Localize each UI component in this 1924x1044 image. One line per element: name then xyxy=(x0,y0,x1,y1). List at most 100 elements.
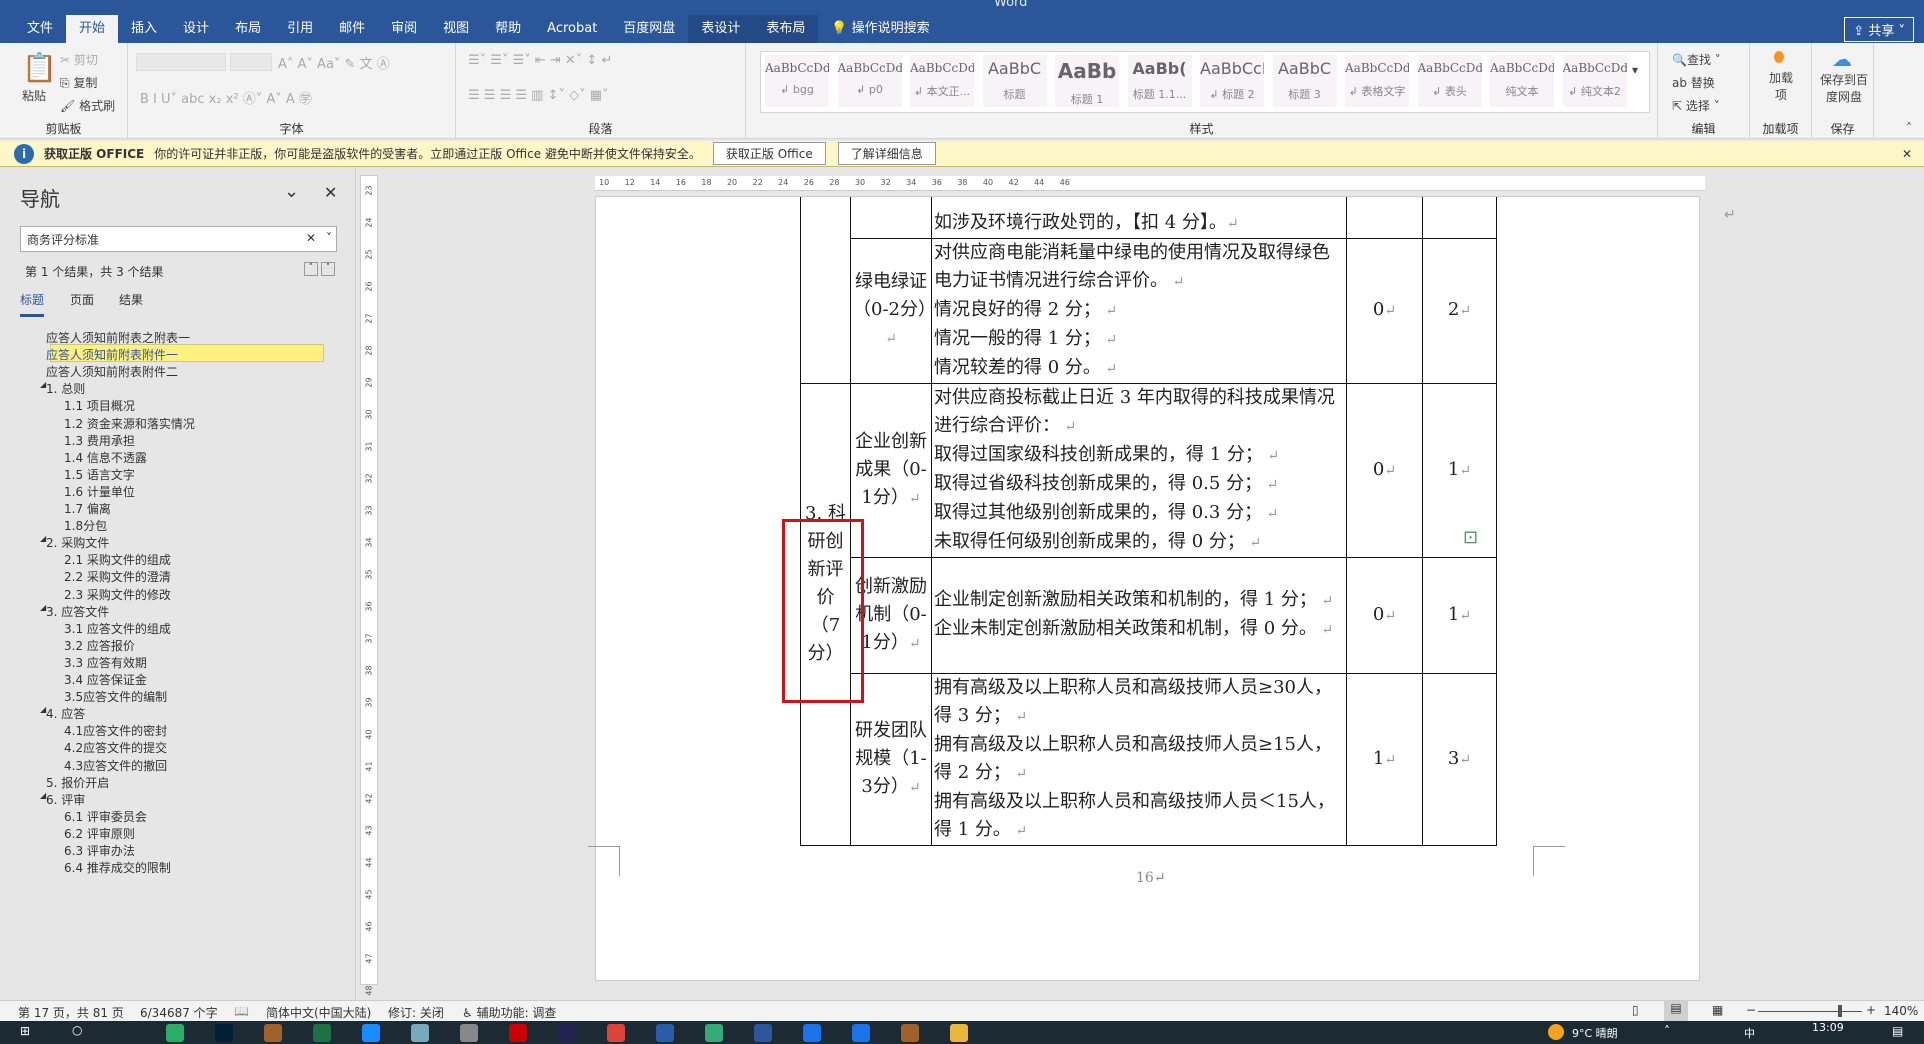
tab-10[interactable]: Acrobat xyxy=(534,15,610,43)
nav-tab-results[interactable]: 结果 xyxy=(119,291,143,308)
proofing-icon[interactable]: 📖 xyxy=(234,1004,249,1018)
tab-12[interactable]: 表设计 xyxy=(688,15,754,43)
collapse-ribbon-icon[interactable]: ˄ xyxy=(1906,121,1912,135)
learn-more-button[interactable]: 了解详细信息 xyxy=(837,142,936,165)
tab-8[interactable]: 视图 xyxy=(430,15,482,43)
taskbar-app-icon[interactable] xyxy=(313,1024,331,1042)
nav-heading-item[interactable]: 3.5应答文件的编制 xyxy=(64,688,167,705)
tab-7[interactable]: 审阅 xyxy=(378,15,430,43)
style-item[interactable]: AaBbCcDdI ↲ 纯文本2 xyxy=(1562,55,1627,107)
page-count[interactable]: 第 17 页，共 81 页 xyxy=(18,1004,124,1021)
taskbar-app-icon[interactable] xyxy=(852,1024,870,1042)
taskbar-app-icon[interactable] xyxy=(656,1024,674,1042)
zoom-level[interactable]: 140% xyxy=(1884,1004,1918,1018)
nav-heading-item[interactable]: 应答人须知前附表附件二 xyxy=(46,363,178,380)
font-size-select[interactable] xyxy=(230,53,272,71)
nav-heading-item[interactable]: 应答人须知前附表附件一 xyxy=(46,346,178,363)
styles-more-icon[interactable]: ▾ xyxy=(1632,63,1638,77)
nav-heading-item[interactable]: 6.3 评审办法 xyxy=(64,842,135,859)
tab-2[interactable]: 插入 xyxy=(118,15,170,43)
font-size-tools[interactable]: A˄ A˅ Aa˅ ✎ 文 Ⓐ xyxy=(278,53,390,72)
prev-result-button[interactable]: ˄ xyxy=(304,262,318,276)
style-item[interactable]: AaBbCcDdI 纯文本 xyxy=(1490,55,1554,107)
tab-3[interactable]: 设计 xyxy=(170,15,222,43)
nav-heading-item[interactable]: 2.3 采购文件的修改 xyxy=(64,586,171,603)
nav-heading-item[interactable]: 1.5 语言文字 xyxy=(64,466,135,483)
nav-tab-pages[interactable]: 页面 xyxy=(70,291,94,308)
search-dropdown-icon[interactable]: ˅ xyxy=(326,231,332,245)
ime-indicator[interactable]: 中 xyxy=(1744,1025,1755,1041)
copy-button[interactable]: ⎘ 复制 xyxy=(60,74,97,91)
taskbar-app-icon[interactable] xyxy=(509,1024,527,1042)
nav-heading-item[interactable]: 1.6 计量单位 xyxy=(64,483,135,500)
tab-6[interactable]: 邮件 xyxy=(326,15,378,43)
format-painter-button[interactable]: 🖌 格式刷 xyxy=(60,97,115,114)
nav-heading-item[interactable]: 4.1应答文件的密封 xyxy=(64,722,167,739)
zoom-in-button[interactable]: + xyxy=(1866,1003,1876,1017)
next-result-button[interactable]: ˅ xyxy=(321,262,335,276)
style-item[interactable]: AaBbCcDd ↲ 表格文字 xyxy=(1345,55,1409,107)
print-layout-icon[interactable]: ▤ xyxy=(1664,1001,1688,1021)
get-genuine-office-button[interactable]: 获取正版 Office xyxy=(712,142,826,165)
style-item[interactable]: AaBbCcDd ↲ 本文正... xyxy=(910,55,974,107)
tab-11[interactable]: 百度网盘 xyxy=(610,15,688,43)
notification-icon[interactable]: ▤ xyxy=(1892,1024,1903,1038)
taskbar-app-icon[interactable] xyxy=(705,1024,723,1042)
save-to-netdisk-button[interactable]: 保存到百度网盘 xyxy=(1816,71,1872,105)
taskbar-app-icon[interactable] xyxy=(950,1024,968,1042)
align-tools[interactable]: ☰ ☰ ☰ ☰ ▥ ↕˅ ◇˅ ▦˅ xyxy=(468,88,609,103)
clock[interactable]: 13:09 xyxy=(1812,1021,1844,1034)
nav-heading-item[interactable]: 3.4 应答保证金 xyxy=(64,671,147,688)
nav-search-input[interactable]: 商务评分标准 ✕ ˅ xyxy=(20,226,337,252)
nav-heading-item[interactable]: 6. 评审 xyxy=(46,791,85,808)
word-count[interactable]: 6/34687 个字 xyxy=(140,1004,218,1021)
nav-heading-item[interactable]: 1.4 信息不透露 xyxy=(64,449,147,466)
nav-heading-item[interactable]: 1.1 项目概况 xyxy=(64,397,135,414)
style-item[interactable]: AaBb 标题 1 xyxy=(1055,55,1119,107)
nav-heading-item[interactable]: 6.4 推荐成交的限制 xyxy=(64,859,171,876)
style-item[interactable]: AaBbCcI ↲ 标题 2 xyxy=(1200,55,1264,107)
paste-button[interactable]: 粘贴 xyxy=(22,87,46,104)
nav-options-icon[interactable]: ⌄ xyxy=(284,181,299,202)
taskbar-app-icon[interactable] xyxy=(901,1024,919,1042)
nav-heading-item[interactable]: 1.7 偏离 xyxy=(64,500,111,517)
search-icon[interactable]: ○ xyxy=(72,1023,82,1037)
style-item[interactable]: AaBbC 标题 xyxy=(982,55,1047,107)
tab-4[interactable]: 布局 xyxy=(222,15,274,43)
share-button[interactable]: ⇪ 共享 ˅ xyxy=(1844,17,1914,42)
tell-me-search[interactable]: 💡 操作说明搜索 xyxy=(818,15,942,43)
comment-icon[interactable]: ⊡ xyxy=(1463,527,1478,548)
nav-heading-item[interactable]: 3.1 应答文件的组成 xyxy=(64,620,171,637)
style-item[interactable]: AaBbC 标题 3 xyxy=(1272,55,1337,107)
weather-text[interactable]: 9°C 晴朗 xyxy=(1572,1025,1618,1041)
web-layout-icon[interactable]: ▦ xyxy=(1712,1003,1723,1017)
taskbar-app-icon[interactable] xyxy=(607,1024,625,1042)
taskbar-app-icon[interactable] xyxy=(362,1024,380,1042)
nav-heading-item[interactable]: 6.1 评审委员会 xyxy=(64,808,147,825)
paste-icon[interactable]: 📋 xyxy=(22,51,57,84)
nav-heading-item[interactable]: 5. 报价开启 xyxy=(46,774,109,791)
list-tools[interactable]: ☰˅ ☰˅ ☰˅ ⇤ ⇥ ✕˅ ↕ ↵ xyxy=(468,53,612,68)
taskbar-app-icon[interactable] xyxy=(411,1024,429,1042)
nav-tab-headings[interactable]: 标题 xyxy=(20,291,45,317)
tray-expand-icon[interactable]: ˄ xyxy=(1664,1024,1670,1038)
tab-1[interactable]: 开始 xyxy=(66,15,119,43)
zoom-out-button[interactable]: − xyxy=(1746,1003,1756,1017)
nav-close-icon[interactable]: ✕ xyxy=(324,183,337,202)
track-changes[interactable]: 修订: 关闭 xyxy=(388,1004,444,1021)
style-item[interactable]: AaBbCcDd ↲ p0 xyxy=(837,55,902,107)
style-item[interactable]: AaBb(标题 1.1... xyxy=(1127,55,1192,107)
nav-heading-item[interactable]: 4.2应答文件的提交 xyxy=(64,739,167,756)
nav-heading-item[interactable]: 1.2 资金来源和落实情况 xyxy=(64,415,195,432)
cut-button[interactable]: ✂ 剪切 xyxy=(60,51,98,68)
font-format-tools[interactable]: B I U˅ abc x₂ x² Ⓐ˅ A˅ A ㊫ xyxy=(140,88,312,107)
select-button[interactable]: ⇱ 选择 ˅ xyxy=(1672,97,1720,114)
taskbar-app-icon[interactable] xyxy=(166,1024,184,1042)
nav-heading-item[interactable]: 6.2 评审原则 xyxy=(64,825,135,842)
addins-button[interactable]: 加载项 xyxy=(1764,69,1798,103)
taskbar-app-icon[interactable] xyxy=(215,1024,233,1042)
nav-heading-item[interactable]: 4.3应答文件的撤回 xyxy=(64,757,167,774)
tab-0[interactable]: 文件 xyxy=(14,15,66,43)
nav-heading-item[interactable]: 1.3 费用承担 xyxy=(64,432,135,449)
zoom-slider[interactable] xyxy=(1758,1011,1862,1012)
